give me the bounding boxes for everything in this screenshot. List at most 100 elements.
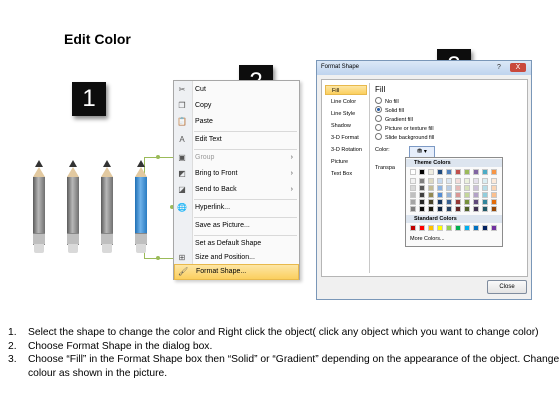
theme-color-swatch[interactable] — [446, 169, 452, 175]
menu-item-send-to-back[interactable]: ◪ Send to Back › — [174, 183, 299, 197]
theme-shade-swatch[interactable] — [482, 192, 488, 198]
theme-shade-swatch[interactable] — [410, 199, 416, 205]
menu-item-edit-text[interactable]: A Edit Text — [174, 133, 299, 147]
theme-shade-swatch[interactable] — [491, 192, 497, 198]
theme-shade-swatch[interactable] — [464, 192, 470, 198]
help-button[interactable]: ? — [493, 63, 505, 72]
nav-item-line-color[interactable]: Line Color — [325, 97, 367, 107]
theme-color-swatch[interactable] — [410, 169, 416, 175]
radio-button[interactable] — [375, 115, 382, 122]
theme-color-swatch[interactable] — [464, 169, 470, 175]
nav-item-3d-format[interactable]: 3-D Format — [325, 133, 367, 143]
theme-shade-swatch[interactable] — [464, 206, 470, 212]
theme-shade-swatch[interactable] — [482, 199, 488, 205]
theme-shade-swatch[interactable] — [473, 192, 479, 198]
theme-shade-swatch[interactable] — [419, 192, 425, 198]
option-gradient-fill[interactable]: Gradient fill — [375, 115, 413, 124]
radio-button[interactable] — [375, 97, 382, 104]
theme-shade-swatch[interactable] — [410, 185, 416, 191]
theme-shade-swatch[interactable] — [482, 206, 488, 212]
theme-shade-swatch[interactable] — [491, 178, 497, 184]
theme-shade-swatch[interactable] — [482, 185, 488, 191]
theme-shade-swatch[interactable] — [491, 199, 497, 205]
nav-item-picture[interactable]: Picture — [325, 157, 367, 167]
option-solid-fill[interactable]: Solid fill — [375, 106, 404, 115]
theme-shade-swatch[interactable] — [491, 185, 497, 191]
theme-color-swatch[interactable] — [473, 169, 479, 175]
theme-shade-swatch[interactable] — [419, 185, 425, 191]
pencil-shape-1[interactable] — [33, 160, 45, 256]
theme-shade-swatch[interactable] — [419, 199, 425, 205]
theme-shade-swatch[interactable] — [437, 192, 443, 198]
theme-color-swatch[interactable] — [437, 169, 443, 175]
theme-shade-swatch[interactable] — [491, 206, 497, 212]
menu-item-format-shape[interactable]: 🖌 Format Shape... — [174, 264, 299, 280]
theme-shade-swatch[interactable] — [455, 206, 461, 212]
theme-shade-swatch[interactable] — [455, 199, 461, 205]
theme-shade-swatch[interactable] — [428, 185, 434, 191]
standard-color-swatch[interactable] — [482, 225, 488, 231]
theme-shade-swatch[interactable] — [428, 199, 434, 205]
theme-shade-swatch[interactable] — [473, 199, 479, 205]
nav-item-shadow[interactable]: Shadow — [325, 121, 367, 131]
theme-shade-swatch[interactable] — [446, 206, 452, 212]
menu-item-size-and-position[interactable]: ⊞ Size and Position... — [174, 251, 299, 265]
theme-shade-swatch[interactable] — [446, 185, 452, 191]
theme-shade-swatch[interactable] — [482, 178, 488, 184]
theme-shade-swatch[interactable] — [464, 178, 470, 184]
pencil-shape-3[interactable] — [101, 160, 113, 256]
standard-color-swatch[interactable] — [464, 225, 470, 231]
theme-shade-swatch[interactable] — [473, 185, 479, 191]
option-slide-background-fill[interactable]: Slide background fill — [375, 133, 434, 142]
theme-shade-swatch[interactable] — [419, 178, 425, 184]
menu-item-set-default-shape[interactable]: Set as Default Shape — [174, 237, 299, 251]
nav-item-fill[interactable]: Fill — [325, 85, 367, 95]
radio-button-checked[interactable] — [375, 106, 382, 113]
menu-item-save-as-picture[interactable]: Save as Picture... — [174, 219, 299, 233]
theme-shade-swatch[interactable] — [410, 192, 416, 198]
theme-shade-swatch[interactable] — [446, 192, 452, 198]
theme-shade-swatch[interactable] — [419, 206, 425, 212]
pencil-shape-2[interactable] — [67, 160, 79, 256]
menu-item-cut[interactable]: ✂ Cut — [174, 83, 299, 97]
theme-shade-swatch[interactable] — [455, 185, 461, 191]
option-no-fill[interactable]: No fill — [375, 97, 399, 106]
menu-item-group[interactable]: ▣ Group › — [174, 151, 299, 165]
theme-shade-swatch[interactable] — [428, 178, 434, 184]
close-button[interactable]: Close — [487, 280, 527, 294]
standard-color-swatch[interactable] — [437, 225, 443, 231]
theme-color-swatch[interactable] — [455, 169, 461, 175]
theme-shade-swatch[interactable] — [437, 178, 443, 184]
standard-color-swatch[interactable] — [419, 225, 425, 231]
theme-shade-swatch[interactable] — [473, 178, 479, 184]
standard-color-swatch[interactable] — [491, 225, 497, 231]
theme-shade-swatch[interactable] — [455, 178, 461, 184]
selection-handle[interactable] — [156, 256, 160, 260]
theme-shade-swatch[interactable] — [437, 185, 443, 191]
standard-color-swatch[interactable] — [428, 225, 434, 231]
close-x-button[interactable]: X — [510, 63, 526, 72]
option-picture-texture-fill[interactable]: Picture or texture fill — [375, 124, 434, 133]
theme-shade-swatch[interactable] — [446, 178, 452, 184]
standard-color-swatch[interactable] — [455, 225, 461, 231]
theme-color-swatch[interactable] — [491, 169, 497, 175]
theme-color-swatch[interactable] — [419, 169, 425, 175]
theme-color-swatch[interactable] — [428, 169, 434, 175]
menu-item-paste[interactable]: 📋 Paste — [174, 115, 299, 129]
menu-item-hyperlink[interactable]: 🌐 Hyperlink... — [174, 201, 299, 215]
nav-item-3d-rotation[interactable]: 3-D Rotation — [325, 145, 367, 155]
theme-shade-swatch[interactable] — [473, 206, 479, 212]
standard-color-swatch[interactable] — [410, 225, 416, 231]
radio-button[interactable] — [375, 133, 382, 140]
dialog-title-bar[interactable]: Format Shape ? X — [317, 61, 531, 75]
theme-shade-swatch[interactable] — [437, 199, 443, 205]
nav-item-line-style[interactable]: Line Style — [325, 109, 367, 119]
theme-shade-swatch[interactable] — [437, 206, 443, 212]
theme-shade-swatch[interactable] — [410, 178, 416, 184]
standard-color-swatch[interactable] — [446, 225, 452, 231]
theme-shade-swatch[interactable] — [428, 206, 434, 212]
more-colors-link[interactable]: More Colors... — [410, 236, 445, 242]
selection-handle[interactable] — [156, 155, 160, 159]
theme-shade-swatch[interactable] — [464, 185, 470, 191]
standard-color-swatch[interactable] — [473, 225, 479, 231]
